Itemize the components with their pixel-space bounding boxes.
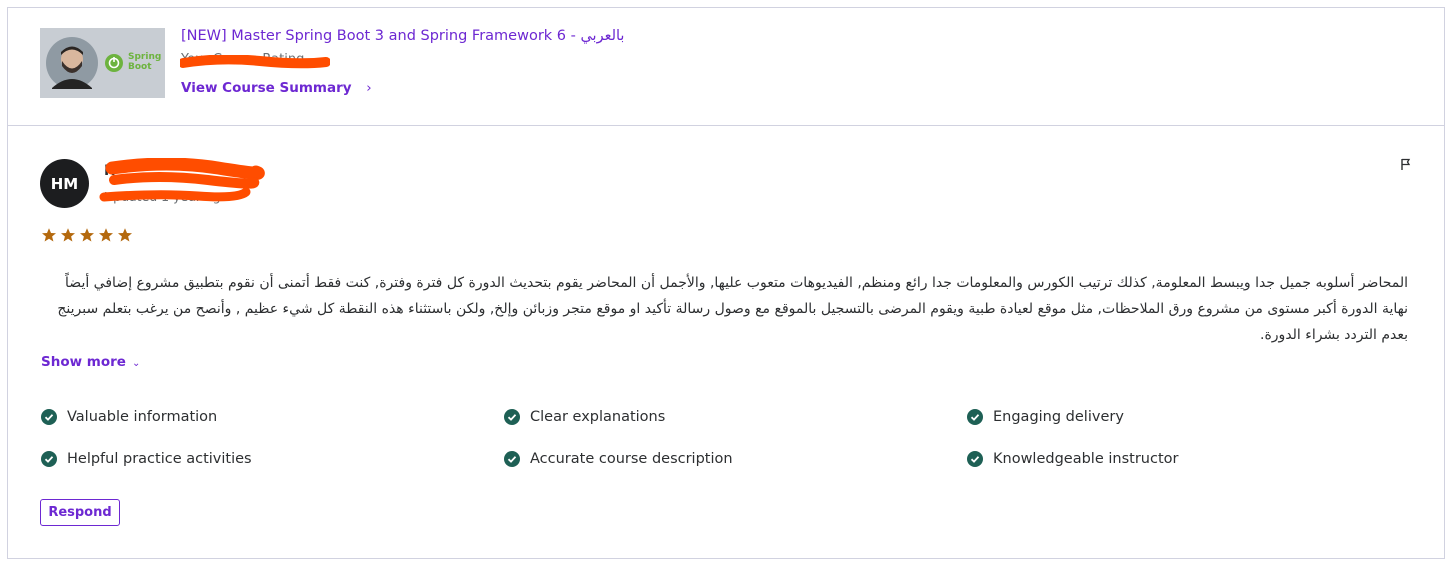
star-icon	[42, 228, 56, 242]
tag-item: Knowledgeable instructor	[967, 451, 1178, 467]
chevron-down-icon: ⌄	[131, 358, 141, 369]
redaction-mark	[180, 55, 330, 69]
flag-icon[interactable]	[1399, 157, 1413, 171]
course-thumbnail[interactable]: Spring Boot	[40, 28, 165, 98]
tag-item: Valuable information	[41, 409, 217, 425]
show-more-label: Show more	[41, 354, 126, 370]
review-card: Spring Boot [NEW] Master Spring Boot 3 a…	[7, 7, 1445, 559]
star-icon	[80, 228, 94, 242]
check-circle-icon	[967, 451, 983, 467]
tag-item: Helpful practice activities	[41, 451, 252, 467]
check-circle-icon	[41, 409, 57, 425]
tag-item: Engaging delivery	[967, 409, 1124, 425]
chevron-right-icon: ›	[366, 80, 372, 96]
star-icon	[99, 228, 113, 242]
tag-label: Accurate course description	[530, 451, 733, 467]
avatar: HM	[40, 159, 89, 208]
show-more-button[interactable]: Show more ⌄	[41, 354, 140, 370]
check-circle-icon	[41, 451, 57, 467]
tag-label: Clear explanations	[530, 409, 666, 425]
tag-label: Helpful practice activities	[67, 451, 252, 467]
tag-label: Knowledgeable instructor	[993, 451, 1179, 467]
respond-button[interactable]: Respond	[40, 499, 120, 526]
star-icon	[118, 228, 132, 242]
view-course-summary-link[interactable]: View Course Summary ›	[181, 80, 372, 96]
check-circle-icon	[967, 409, 983, 425]
check-circle-icon	[504, 409, 520, 425]
view-course-summary-label: View Course Summary	[181, 80, 352, 96]
star-rating	[41, 227, 133, 243]
check-circle-icon	[504, 451, 520, 467]
course-header: Spring Boot [NEW] Master Spring Boot 3 a…	[8, 8, 1444, 126]
spring-boot-logo: Spring Boot	[128, 52, 162, 72]
review-text: المحاضر أسلوبه جميل جدا ويبسط المعلومة, …	[57, 275, 1408, 343]
tag-item: Accurate course description	[504, 451, 733, 467]
course-title[interactable]: [NEW] Master Spring Boot 3 and Spring Fr…	[181, 28, 624, 44]
tag-label: Valuable information	[67, 409, 218, 425]
star-icon	[61, 228, 75, 242]
redaction-mark	[99, 158, 265, 202]
tag-item: Clear explanations	[504, 409, 665, 425]
tag-label: Engaging delivery	[993, 409, 1124, 425]
